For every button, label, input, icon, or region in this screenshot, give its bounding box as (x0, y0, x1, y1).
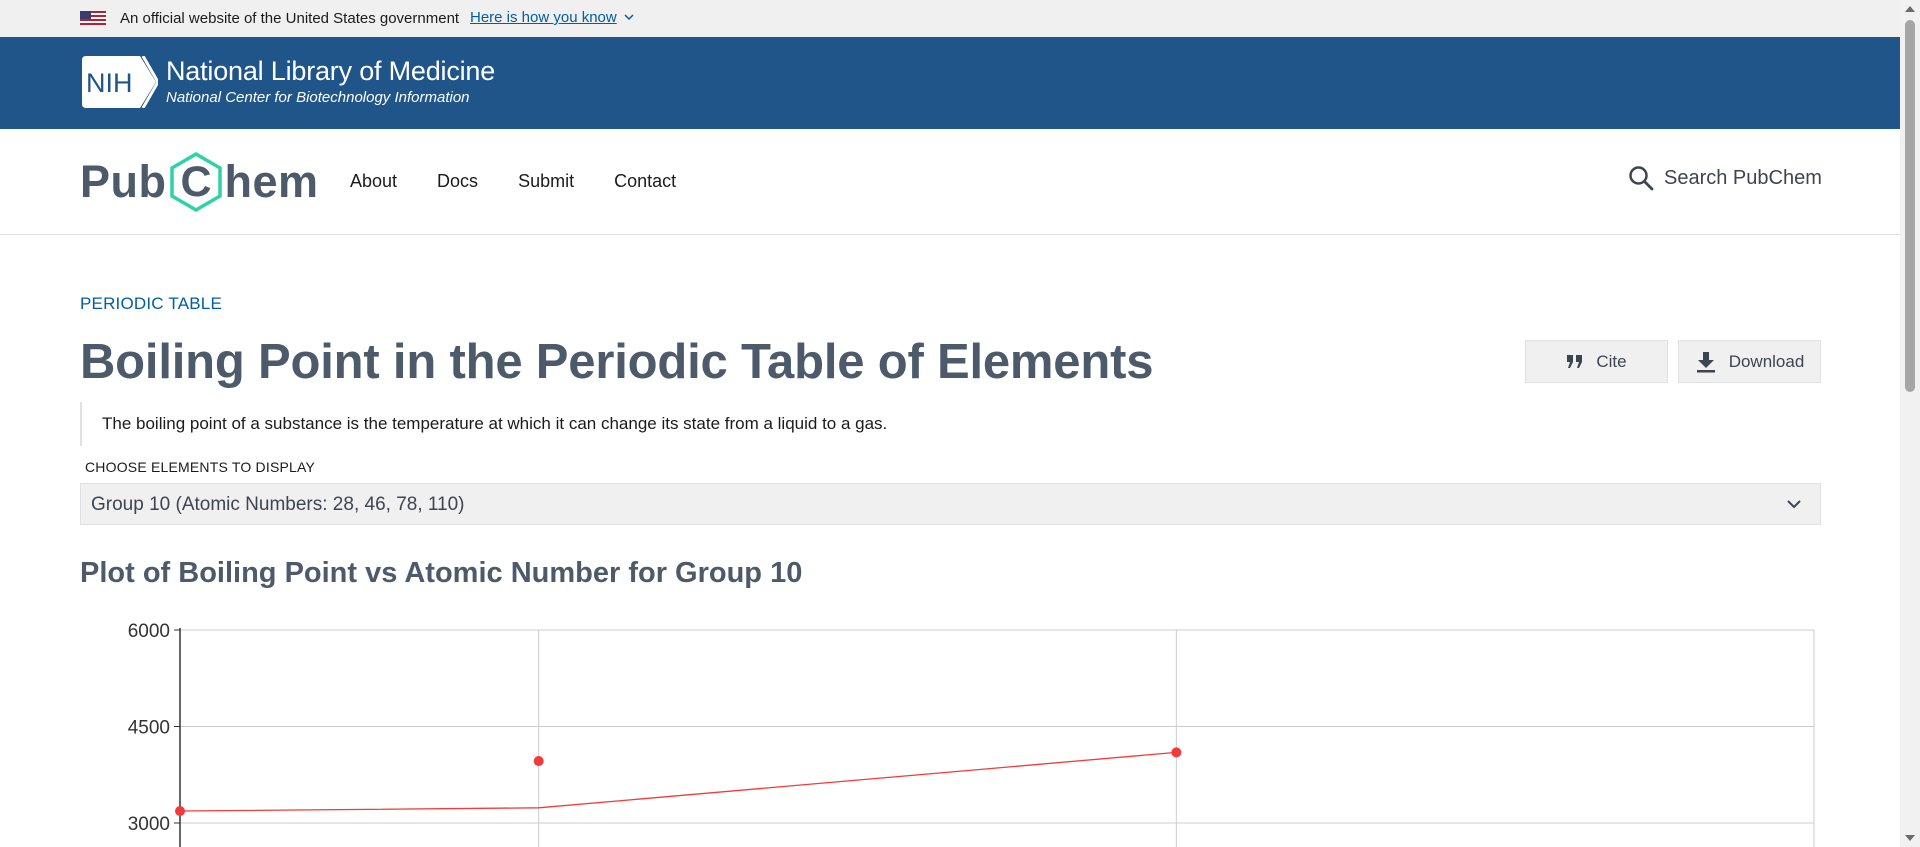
svg-text:NIH: NIH (86, 68, 133, 98)
us-flag-icon (80, 11, 106, 25)
y-tick-label: 4500 (128, 718, 170, 739)
gov-banner: An official website of the United States… (0, 0, 1900, 37)
nih-title[interactable]: National Library of Medicine (166, 56, 495, 87)
page-title: Boiling Point in the Periodic Table of E… (80, 335, 1154, 389)
search-label: Search PubChem (1664, 166, 1822, 189)
y-tick-label: 6000 (128, 621, 170, 642)
select-value: Group 10 (Atomic Numbers: 28, 46, 78, 11… (91, 494, 465, 515)
data-point (533, 756, 544, 767)
series-line (179, 751, 1177, 812)
chevron-down-icon[interactable] (624, 12, 634, 22)
logo-text-pub: Pub (80, 156, 167, 207)
chevron-down-icon (1787, 500, 1801, 509)
hexagon-logo-icon: C (169, 151, 222, 213)
download-label: Download (1728, 351, 1805, 371)
page-description: The boiling point of a substance is the … (80, 402, 980, 446)
nav-about[interactable]: About (350, 171, 397, 192)
search-button[interactable]: Search PubChem (1628, 165, 1822, 191)
nih-subtitle: National Center for Biotechnology Inform… (166, 89, 470, 106)
y-tick-label: 3000 (128, 814, 170, 835)
data-point (1171, 747, 1182, 758)
scroll-thumb[interactable] (1905, 20, 1915, 392)
choose-elements-label: CHOOSE ELEMENTS TO DISPLAY (85, 459, 316, 475)
nih-header: NIH National Library of Medicine Nationa… (0, 37, 1900, 129)
pubchem-logo[interactable]: Pub C hem (80, 149, 319, 215)
breadcrumb[interactable]: PERIODIC TABLE (80, 294, 222, 314)
search-icon (1629, 166, 1654, 191)
nav-submit[interactable]: Submit (518, 171, 574, 192)
logo-text-hem: hem (224, 156, 319, 207)
plot-title: Plot of Boiling Point vs Atomic Number f… (80, 557, 803, 589)
nih-logo-icon[interactable]: NIH (80, 56, 158, 108)
element-group-select[interactable]: Group 10 (Atomic Numbers: 28, 46, 78, 11… (80, 483, 1821, 525)
cite-button[interactable]: Cite (1525, 340, 1668, 383)
nav-contact[interactable]: Contact (614, 171, 676, 192)
scroll-up-arrow-icon[interactable] (1905, 6, 1915, 12)
gov-banner-text: An official website of the United States… (120, 10, 460, 27)
pubchem-nav: Pub C hem About Docs Submit Contact Sear… (0, 129, 1900, 235)
svg-text:C: C (180, 158, 211, 206)
how-you-know-link[interactable]: Here is how you know (470, 9, 617, 26)
quote-icon (1567, 354, 1583, 368)
nav-docs[interactable]: Docs (437, 171, 478, 192)
cite-label: Cite (1596, 351, 1627, 371)
download-button[interactable]: Download (1678, 340, 1821, 383)
data-point (175, 806, 185, 817)
scroll-down-arrow-icon[interactable] (1905, 835, 1915, 841)
boiling-point-chart: 6000 4500 3000 (128, 621, 1815, 847)
download-icon (1696, 351, 1715, 372)
page-scrollbar[interactable] (1900, 0, 1920, 847)
